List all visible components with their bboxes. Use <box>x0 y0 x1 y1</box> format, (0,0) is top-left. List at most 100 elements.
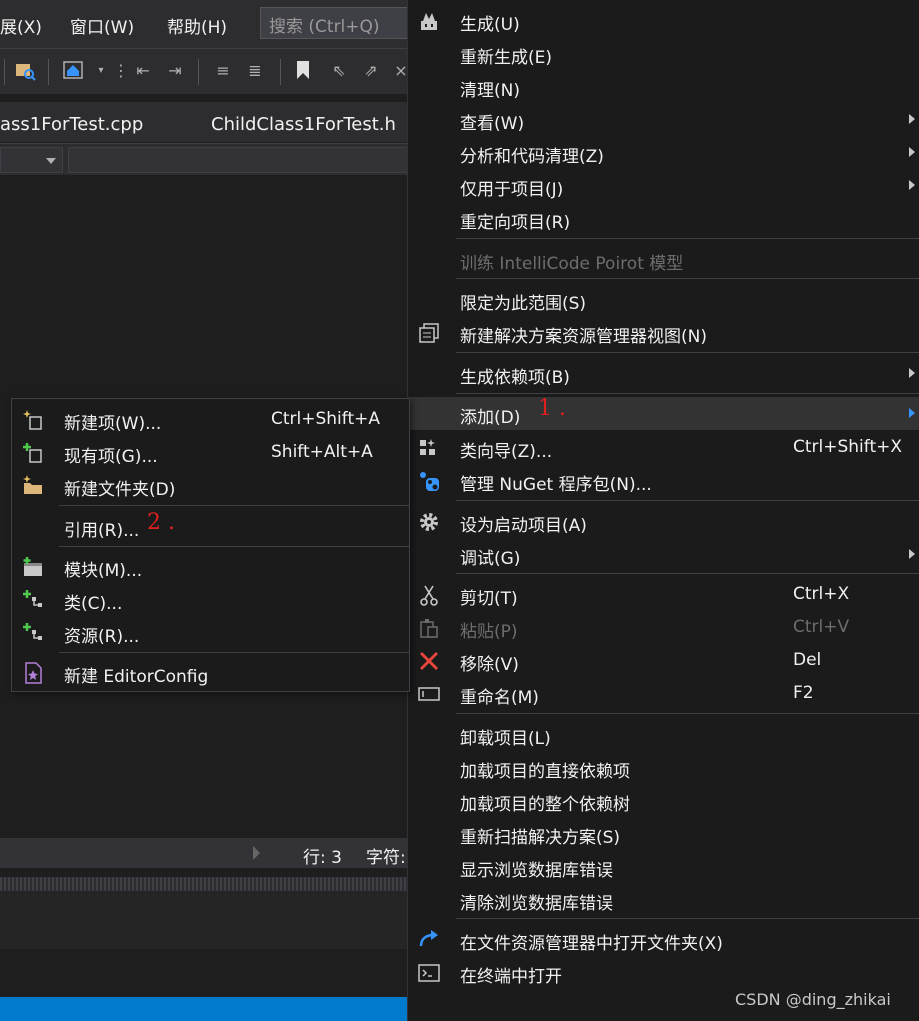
submenu-item-label: 现有项(G)... <box>64 447 158 467</box>
bookmark-icon[interactable] <box>292 59 314 83</box>
menu-item-build[interactable]: 生成(U) <box>408 4 919 37</box>
submenu-item-resource[interactable]: 资源(R)... <box>12 616 409 649</box>
project-dropdown[interactable] <box>0 147 63 173</box>
tab-cpp-file[interactable]: ass1ForTest.cpp <box>0 114 143 135</box>
menu-item-label: 在文件资源管理器中打开文件夹(X) <box>460 934 723 954</box>
document-tabs: ass1ForTest.cpp ChildClass1ForTest.h <box>0 102 410 142</box>
rename-icon <box>417 682 441 706</box>
outdent-icon[interactable]: ⇤ <box>132 59 154 83</box>
menu-separator <box>59 546 409 547</box>
menu-item-label: 调试(G) <box>460 549 521 569</box>
submenu-item-new-item[interactable]: 新建项(W)... Ctrl+Shift+A <box>12 403 409 436</box>
find-in-files-icon[interactable] <box>14 59 36 83</box>
submenu-item-existing-item[interactable]: 现有项(G)... Shift+Alt+A <box>12 436 409 469</box>
menu-item-label: 查看(W) <box>460 114 525 134</box>
submenu-item-reference[interactable]: 引用(R)... 2 . <box>12 510 409 543</box>
chevron-right-icon <box>909 114 915 124</box>
menu-item-set-startup[interactable]: 设为启动项目(A) <box>408 505 919 538</box>
menu-extensions[interactable]: 展(X) <box>0 13 42 38</box>
submenu-item-new-editorconfig[interactable]: 新建 EditorConfig <box>12 656 409 689</box>
new-folder-icon <box>21 474 45 498</box>
submenu-item-new-folder[interactable]: 新建文件夹(D) <box>12 469 409 502</box>
menu-item-remove[interactable]: 移除(V) Del <box>408 644 919 677</box>
resource-icon <box>21 621 45 645</box>
terminal-icon <box>417 961 441 985</box>
menu-item-label: 分析和代码清理(Z) <box>460 147 604 167</box>
menu-item-view[interactable]: 查看(W) <box>408 103 919 136</box>
chevron-right-icon <box>909 147 915 157</box>
search-input[interactable]: 搜索 (Ctrl+Q) <box>260 7 420 39</box>
menu-item-show-db-errors[interactable]: 显示浏览数据库错误 <box>408 850 919 883</box>
menu-item-label: 仅用于项目(J) <box>460 180 564 200</box>
next-bookmark-icon[interactable]: ⇗ <box>360 59 382 83</box>
menu-help[interactable]: 帮助(H) <box>167 13 227 38</box>
submenu-item-label: 新建文件夹(D) <box>64 480 176 500</box>
uncomment-icon[interactable]: ≣ <box>244 59 266 83</box>
menu-separator <box>456 573 919 574</box>
annotation-one: 1 . <box>538 396 566 421</box>
menu-item-shortcut: Del <box>793 650 822 670</box>
menu-item-shortcut: Ctrl+V <box>793 617 850 637</box>
menu-item-debug[interactable]: 调试(G) <box>408 538 919 571</box>
toolbar-separator <box>280 59 281 85</box>
menu-item-label: 训练 IntelliCode Poirot 模型 <box>460 254 684 274</box>
menu-item-project-only[interactable]: 仅用于项目(J) <box>408 169 919 202</box>
comment-icon[interactable]: ≡ <box>212 59 234 83</box>
menu-item-scope-to-this[interactable]: 限定为此范围(S) <box>408 283 919 316</box>
indent-icon[interactable]: ⇥ <box>164 59 186 83</box>
menu-item-label: 清理(N) <box>460 81 520 101</box>
editor-status-line: 行: 3 字符: <box>0 838 410 868</box>
annotation-two: 2 . <box>147 510 175 535</box>
prev-bookmark-icon[interactable]: ⇖ <box>328 59 350 83</box>
grip-icon: ⋮ <box>113 61 129 80</box>
menu-item-add[interactable]: 添加(D) 1 . <box>408 396 919 430</box>
status-bar <box>0 997 410 1021</box>
menu-item-build-dependencies[interactable]: 生成依赖项(B) <box>408 357 919 390</box>
menu-item-class-wizard[interactable]: 类向导(Z)... Ctrl+Shift+X <box>408 431 919 464</box>
menu-item-unload-project[interactable]: 卸载项目(L) <box>408 718 919 751</box>
submenu-item-shortcut: Shift+Alt+A <box>271 442 373 462</box>
gear-icon <box>417 510 441 534</box>
panel-splitter[interactable] <box>0 877 410 891</box>
watermark: CSDN @ding_zhikai <box>735 990 891 1009</box>
menu-item-manage-nuget[interactable]: 管理 NuGet 程序包(N)... <box>408 464 919 497</box>
tab-header-file[interactable]: ChildClass1ForTest.h <box>211 114 396 135</box>
menu-item-label: 设为启动项目(A) <box>460 516 587 536</box>
menu-item-label: 添加(D) <box>460 408 521 428</box>
menu-item-rename[interactable]: 重命名(M) F2 <box>408 677 919 710</box>
menu-item-label: 生成依赖项(B) <box>460 368 570 388</box>
menu-item-load-dep-tree[interactable]: 加载项目的整个依赖树 <box>408 784 919 817</box>
menu-item-retarget[interactable]: 重定向项目(R) <box>408 202 919 235</box>
home-icon[interactable] <box>62 59 84 83</box>
menu-item-shortcut: Ctrl+X <box>793 584 850 604</box>
menu-separator <box>59 652 409 653</box>
menu-item-rescan-solution[interactable]: 重新扫描解决方案(S) <box>408 817 919 850</box>
menu-item-load-direct-deps[interactable]: 加载项目的直接依赖项 <box>408 751 919 784</box>
menu-separator <box>456 352 919 353</box>
submenu-item-label: 新建 EditorConfig <box>64 667 209 687</box>
menu-item-open-in-explorer[interactable]: 在文件资源管理器中打开文件夹(X) <box>408 923 919 956</box>
menu-item-analyze[interactable]: 分析和代码清理(Z) <box>408 136 919 169</box>
menu-item-label: 类向导(Z)... <box>460 442 553 462</box>
menu-item-cut[interactable]: 剪切(T) Ctrl+X <box>408 578 919 611</box>
menu-separator <box>456 918 919 919</box>
menu-item-rebuild[interactable]: 重新生成(E) <box>408 37 919 70</box>
menu-item-label: 加载项目的整个依赖树 <box>460 795 630 815</box>
scope-dropdown[interactable] <box>68 147 408 173</box>
dropdown-arrow-icon[interactable]: ▾ <box>90 59 112 83</box>
scroll-right-icon[interactable] <box>253 846 260 860</box>
menu-window[interactable]: 窗口(W) <box>70 13 134 38</box>
new-view-icon <box>417 321 441 345</box>
toolbar-separator <box>4 59 5 85</box>
module-icon <box>21 555 45 579</box>
submenu-item-label: 引用(R)... <box>64 521 140 541</box>
submenu-item-class[interactable]: 类(C)... <box>12 583 409 616</box>
class-icon <box>21 588 45 612</box>
char-indicator: 字符: <box>366 848 406 868</box>
menu-item-new-explorer-view[interactable]: 新建解决方案资源管理器视图(N) <box>408 316 919 349</box>
submenu-item-module[interactable]: 模块(M)... <box>12 550 409 583</box>
menu-item-clean[interactable]: 清理(N) <box>408 70 919 103</box>
menu-item-open-in-terminal[interactable]: 在终端中打开 <box>408 956 919 989</box>
toolbar: ▾ ⋮ ⇤ ⇥ ≡ ≣ ⇖ ⇗ × <box>0 48 410 94</box>
menu-item-clear-db-errors[interactable]: 清除浏览数据库错误 <box>408 883 919 916</box>
